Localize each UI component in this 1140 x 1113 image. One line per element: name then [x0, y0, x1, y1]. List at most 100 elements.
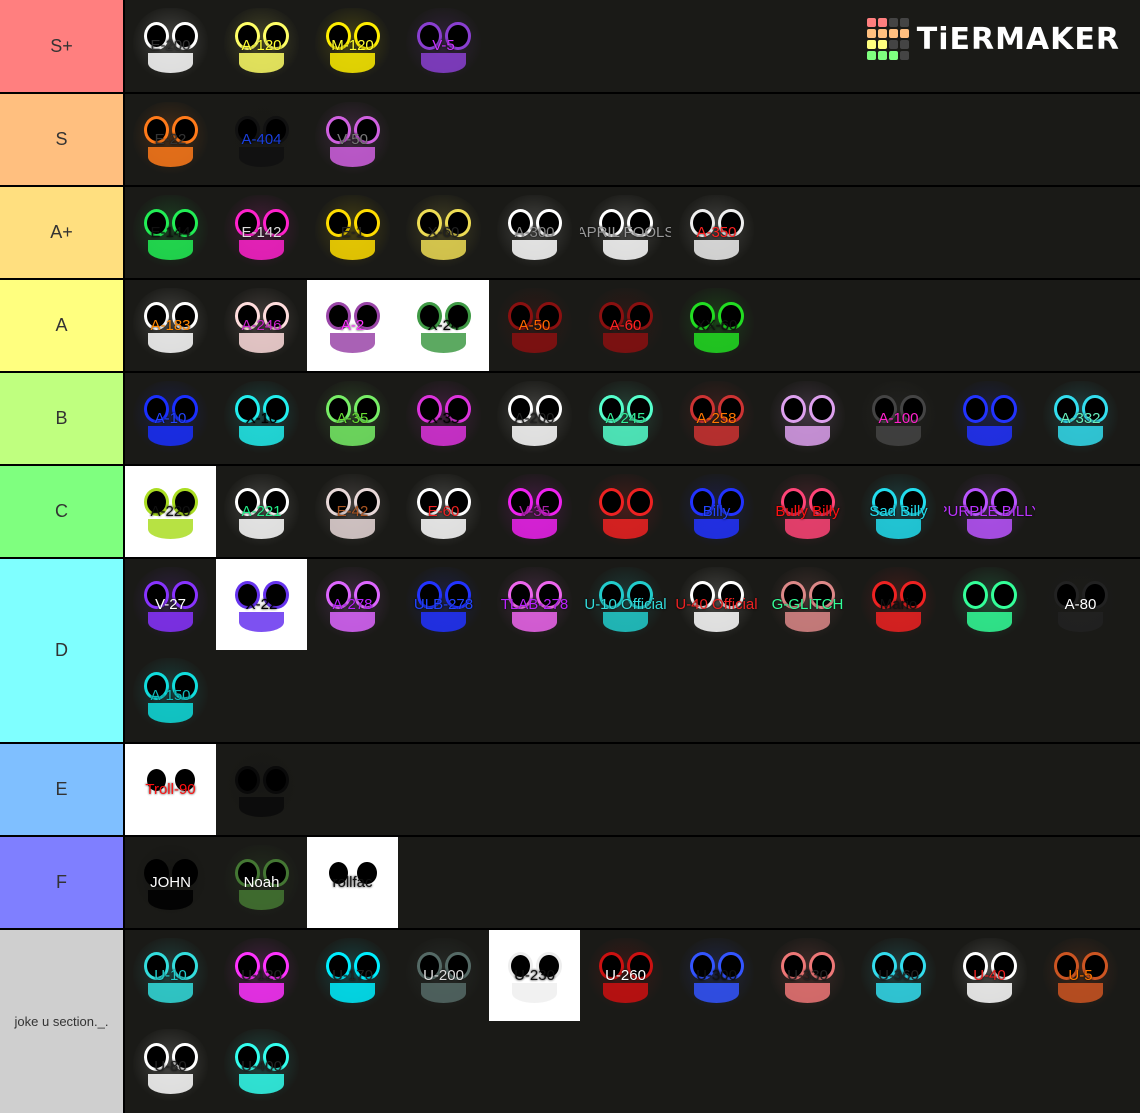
tier-item[interactable]: U-10 [125, 930, 216, 1021]
tier-item[interactable]: A-80 [1035, 559, 1126, 650]
tier-label[interactable]: S+ [0, 0, 125, 92]
tier-item[interactable]: Sad Billy [853, 466, 944, 557]
tier-item[interactable]: G-GLITCH [762, 559, 853, 650]
tier-item[interactable]: V-5 [398, 0, 489, 91]
tier-item[interactable]: XX-60 [671, 280, 762, 371]
tier-item[interactable]: X-60 [398, 187, 489, 278]
tier-item[interactable]: U-40 [944, 930, 1035, 1021]
tier-item[interactable]: Billy [671, 466, 762, 557]
tier-item[interactable]: M-120 [307, 0, 398, 91]
tier-item[interactable]: E-42 [307, 466, 398, 557]
tier-item[interactable] [216, 744, 307, 835]
eye-icon [812, 397, 832, 420]
tier-label[interactable]: A [0, 280, 125, 371]
tier-item[interactable]: E-144 [125, 187, 216, 278]
tier-item[interactable]: U-10 Official [580, 559, 671, 650]
mouth-icon [330, 333, 375, 353]
tier-label[interactable]: C [0, 466, 125, 557]
tier-row: S E-22 A-404 V-50 [0, 94, 1140, 187]
tier-label[interactable]: E [0, 744, 125, 835]
tier-item[interactable]: A-183 [125, 280, 216, 371]
tier-item[interactable] [762, 373, 853, 464]
tier-item[interactable]: U-40 Official [671, 559, 762, 650]
tier-item[interactable]: A-220 [125, 466, 216, 557]
tier-item[interactable]: A-221 [216, 466, 307, 557]
tier-item[interactable]: X-24 [398, 280, 489, 371]
tier-item[interactable]: A-246 [216, 280, 307, 371]
tier-item[interactable]: U-80 [125, 1021, 216, 1112]
tier-item[interactable] [944, 559, 1035, 650]
tier-item[interactable]: X-22 [216, 559, 307, 650]
tier-item[interactable]: Troll-90 [125, 744, 216, 835]
tier-item[interactable]: A-404 [216, 94, 307, 185]
tier-item[interactable]: TLAB-278 [489, 559, 580, 650]
tier-item[interactable]: A-300 [489, 187, 580, 278]
tier-item[interactable]: X-10 [216, 373, 307, 464]
tier-item[interactable]: A-278 [307, 559, 398, 650]
tier-item[interactable]: U-170 [307, 930, 398, 1021]
tier-item[interactable]: V-50 [307, 94, 398, 185]
tier-item[interactable]: U-260 [580, 930, 671, 1021]
tier-item[interactable]: A-120 [216, 0, 307, 91]
tier-label[interactable]: joke u section._. [0, 930, 125, 1113]
tier-item[interactable]: E-22 [125, 94, 216, 185]
tier-item[interactable] [944, 373, 1035, 464]
tier-items-container: JOHN Noah rollfac [125, 837, 1140, 928]
tier-item[interactable]: V-35 [489, 466, 580, 557]
tier-item[interactable]: A-50 [489, 280, 580, 371]
tier-item[interactable]: U-360 [853, 930, 944, 1021]
logo-grid-cell [888, 51, 898, 60]
tier-item[interactable]: U-400 [216, 1021, 307, 1112]
tier-item[interactable]: A-245 [580, 373, 671, 464]
item-caption: A-220 [150, 503, 191, 520]
tier-label[interactable]: B [0, 373, 125, 464]
item-caption: A-100 [878, 410, 919, 427]
mouth-icon [239, 983, 284, 1003]
tier-item[interactable]: ULB-278 [398, 559, 489, 650]
tier-item[interactable]: A-100 [853, 373, 944, 464]
tier-item[interactable]: U-330 [762, 930, 853, 1021]
tier-item[interactable]: A-10 [125, 373, 216, 464]
eye-icon [266, 768, 286, 791]
tier-item[interactable]: E-200 [125, 0, 216, 91]
tier-label[interactable]: S [0, 94, 125, 185]
tier-item[interactable]: Mario [853, 559, 944, 650]
tier-item[interactable]: A-2 [307, 280, 398, 371]
tier-item[interactable]: U-300 [671, 930, 762, 1021]
tier-item[interactable]: U-120 [216, 930, 307, 1021]
mouth-icon [148, 797, 193, 817]
tier-row: A+ E-144 E-142 E-1 X-60 A-300 APRIL FOOLS A-350 [0, 187, 1140, 280]
logo-grid-cell [866, 51, 876, 60]
tier-item[interactable]: JOHN [125, 837, 216, 928]
tier-item[interactable]: A-150 [125, 650, 216, 741]
tier-item[interactable]: PURPLE BILLY [944, 466, 1035, 557]
tier-item[interactable]: U-230 [489, 930, 580, 1021]
tier-item[interactable]: X-35 [398, 373, 489, 464]
tier-item[interactable]: A-332 [1035, 373, 1126, 464]
tier-item[interactable]: A-350 [671, 187, 762, 278]
tier-label[interactable]: A+ [0, 187, 125, 278]
tier-item[interactable]: E-142 [216, 187, 307, 278]
tier-item[interactable]: V-27 [125, 559, 216, 650]
tier-item[interactable]: A-200 [489, 373, 580, 464]
tier-item[interactable]: A-258 [671, 373, 762, 464]
tier-item[interactable]: A-35 [307, 373, 398, 464]
item-caption: ULB-278 [413, 596, 474, 613]
tier-item[interactable] [580, 466, 671, 557]
tier-label[interactable]: D [0, 559, 125, 742]
tier-item[interactable]: A-60 [580, 280, 671, 371]
tier-item[interactable]: E-60 [398, 466, 489, 557]
tier-item[interactable]: Noah [216, 837, 307, 928]
tier-item[interactable]: rollfac [307, 837, 398, 928]
item-caption: JOHN [150, 874, 191, 891]
tier-item[interactable]: U-200 [398, 930, 489, 1021]
tier-item[interactable]: APRIL FOOLS [580, 187, 671, 278]
item-caption: E-22 [154, 131, 187, 148]
mouth-icon [694, 612, 739, 632]
tier-item[interactable]: Bully Billy [762, 466, 853, 557]
tier-label[interactable]: F [0, 837, 125, 928]
tier-item[interactable]: E-1 [307, 187, 398, 278]
tier-items-container: A-183 A-246 A-2 X-24 A-50 A-60 XX-60 [125, 280, 1140, 371]
item-caption: X-24 [427, 317, 460, 334]
tier-item[interactable]: U-5 [1035, 930, 1126, 1021]
